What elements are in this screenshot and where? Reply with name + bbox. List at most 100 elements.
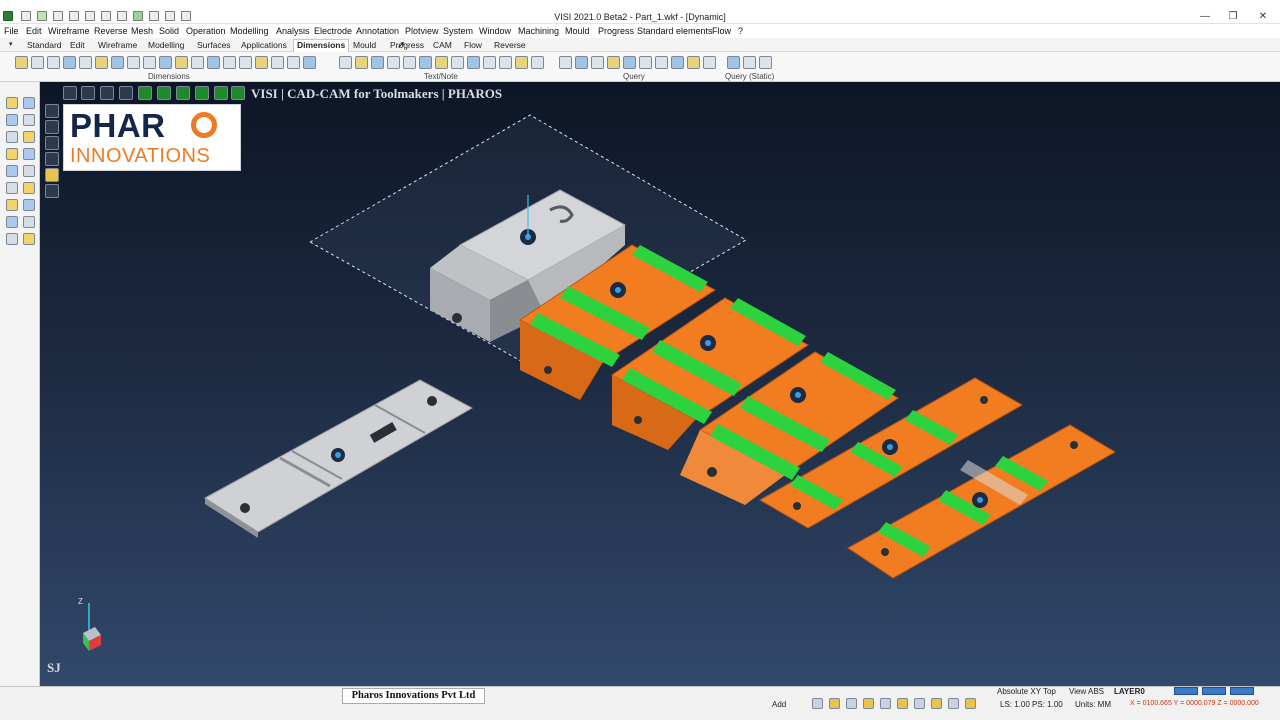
ribbon-tool-33-icon[interactable]	[559, 56, 572, 69]
ribbon-tool-4-icon[interactable]	[63, 56, 76, 69]
minimize-button[interactable]: —	[1190, 10, 1220, 24]
menu-system[interactable]: System	[443, 26, 473, 36]
tab-flow[interactable]: Flow	[461, 40, 485, 52]
ribbon-tool-30-icon[interactable]	[499, 56, 512, 69]
left-tool-11-icon[interactable]	[6, 182, 18, 194]
ribbon-tool-1-icon[interactable]	[15, 56, 28, 69]
menu-annotation[interactable]: Annotation	[356, 26, 399, 36]
menu-mould[interactable]: Mould	[565, 26, 590, 36]
status-tool-5-icon[interactable]	[880, 698, 891, 709]
ribbon-tool-11-icon[interactable]	[175, 56, 188, 69]
status-tool-9-icon[interactable]	[948, 698, 959, 709]
ribbon-tool-34-icon[interactable]	[575, 56, 588, 69]
ribbon-tool-35-icon[interactable]	[591, 56, 604, 69]
ribbon-tool-28-icon[interactable]	[467, 56, 480, 69]
left-tool-13-icon[interactable]	[6, 199, 18, 211]
tab-applications[interactable]: Applications	[238, 40, 290, 52]
status-mode[interactable]: Add	[772, 700, 786, 709]
left-tool-3-icon[interactable]	[6, 114, 18, 126]
menu-machining[interactable]: Machining	[518, 26, 559, 36]
status-tool-4-icon[interactable]	[863, 698, 874, 709]
menu-solid[interactable]: Solid	[159, 26, 179, 36]
ribbon-tool-31-icon[interactable]	[515, 56, 528, 69]
ribbon-tool-17-icon[interactable]	[271, 56, 284, 69]
ribbon-tool-36-icon[interactable]	[607, 56, 620, 69]
status-tool-2-icon[interactable]	[829, 698, 840, 709]
ribbon-tool-39-icon[interactable]	[655, 56, 668, 69]
ribbon-tool-10-icon[interactable]	[159, 56, 172, 69]
left-tool-2-icon[interactable]	[23, 97, 35, 109]
close-button[interactable]: ✕	[1248, 10, 1278, 24]
menu-help[interactable]: ?	[738, 26, 743, 36]
left-tool-10-icon[interactable]	[23, 165, 35, 177]
ribbon-tool-42-icon[interactable]	[703, 56, 716, 69]
menu-window[interactable]: Window	[479, 26, 511, 36]
left-tool-5-icon[interactable]	[6, 131, 18, 143]
menu-edit[interactable]: Edit	[26, 26, 42, 36]
status-tool-8-icon[interactable]	[931, 698, 942, 709]
ribbon-tool-45-icon[interactable]	[759, 56, 772, 69]
ribbon-tool-21-icon[interactable]	[355, 56, 368, 69]
left-tool-12-icon[interactable]	[23, 182, 35, 194]
menu-progress[interactable]: Progress	[598, 26, 634, 36]
ribbon-tool-15-icon[interactable]	[239, 56, 252, 69]
ribbon-tool-26-icon[interactable]	[435, 56, 448, 69]
status-view-plane[interactable]: Absolute XY Top	[997, 687, 1056, 696]
status-tool-1-icon[interactable]	[812, 698, 823, 709]
tab-dimensions[interactable]: Dimensions	[293, 39, 350, 52]
tab-reverse[interactable]: Reverse	[491, 40, 529, 52]
status-tool-10-icon[interactable]	[965, 698, 976, 709]
menu-analysis[interactable]: Analysis	[276, 26, 310, 36]
ribbon-tool-2-icon[interactable]	[31, 56, 44, 69]
left-tool-1-icon[interactable]	[6, 97, 18, 109]
tab-dropdown-icon[interactable]: ▾	[6, 40, 16, 52]
ribbon-tool-8-icon[interactable]	[127, 56, 140, 69]
ribbon-tool-23-icon[interactable]	[387, 56, 400, 69]
menu-file[interactable]: File	[4, 26, 19, 36]
menu-flow[interactable]: Flow	[712, 26, 731, 36]
tab-surfaces[interactable]: Surfaces	[194, 40, 234, 52]
left-tool-8-icon[interactable]	[23, 148, 35, 160]
tab-modelling[interactable]: Modelling	[145, 40, 187, 52]
menu-reverse[interactable]: Reverse	[94, 26, 128, 36]
flat-blank-part[interactable]	[204, 379, 474, 538]
ribbon-tool-12-icon[interactable]	[191, 56, 204, 69]
ribbon-tool-16-icon[interactable]	[255, 56, 268, 69]
tab-cam[interactable]: CAM	[430, 40, 455, 52]
ribbon-tool-7-icon[interactable]	[111, 56, 124, 69]
ribbon-tool-38-icon[interactable]	[639, 56, 652, 69]
ribbon-tool-6-icon[interactable]	[95, 56, 108, 69]
ribbon-tool-32-icon[interactable]	[531, 56, 544, 69]
ribbon-tool-5-icon[interactable]	[79, 56, 92, 69]
ribbon-tool-37-icon[interactable]	[623, 56, 636, 69]
left-tool-4-icon[interactable]	[23, 114, 35, 126]
left-tool-9-icon[interactable]	[6, 165, 18, 177]
cad-model-scene[interactable]	[40, 82, 1280, 686]
left-tool-6-icon[interactable]	[23, 131, 35, 143]
left-tool-15-icon[interactable]	[6, 216, 18, 228]
left-tool-14-icon[interactable]	[23, 199, 35, 211]
tab-edit[interactable]: Edit	[67, 40, 88, 52]
ribbon-tool-25-icon[interactable]	[419, 56, 432, 69]
left-tool-18-icon[interactable]	[23, 233, 35, 245]
ribbon-tool-14-icon[interactable]	[223, 56, 236, 69]
left-tool-17-icon[interactable]	[6, 233, 18, 245]
menu-modelling[interactable]: Modelling	[230, 26, 269, 36]
menu-wireframe[interactable]: Wireframe	[48, 26, 90, 36]
tab-mould[interactable]: Mould	[350, 40, 379, 52]
restore-button[interactable]: ❐	[1218, 10, 1248, 24]
status-tool-7-icon[interactable]	[914, 698, 925, 709]
status-layer[interactable]: LAYER0	[1114, 687, 1145, 696]
menu-operation[interactable]: Operation	[186, 26, 226, 36]
ribbon-tool-27-icon[interactable]	[451, 56, 464, 69]
ribbon-tool-41-icon[interactable]	[687, 56, 700, 69]
ribbon-tool-29-icon[interactable]	[483, 56, 496, 69]
status-tool-6-icon[interactable]	[897, 698, 908, 709]
ribbon-tool-44-icon[interactable]	[743, 56, 756, 69]
ribbon-tool-22-icon[interactable]	[371, 56, 384, 69]
ribbon-tool-20-icon[interactable]	[339, 56, 352, 69]
ribbon-tool-13-icon[interactable]	[207, 56, 220, 69]
tab-standard[interactable]: Standard	[24, 40, 65, 52]
ribbon-tool-40-icon[interactable]	[671, 56, 684, 69]
menu-plotview[interactable]: Plotview	[405, 26, 439, 36]
